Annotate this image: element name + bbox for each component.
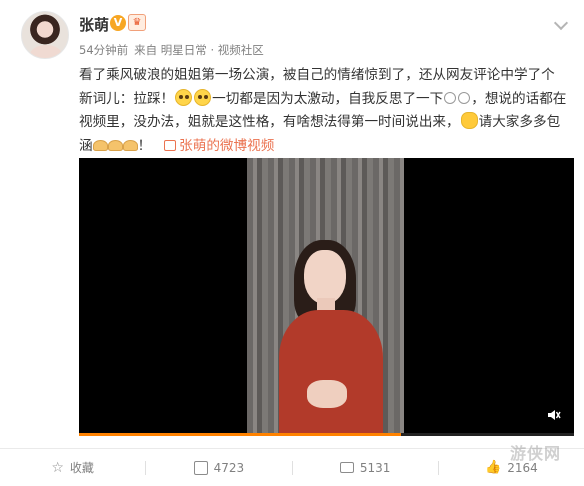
dumpling-emoji-icon <box>107 139 123 151</box>
action-bar: ☆ 收藏 4723 5131 👍 2164 <box>0 449 584 486</box>
comment-count: 5131 <box>359 460 391 475</box>
crown-icon: ♛ <box>128 14 146 31</box>
video-icon <box>164 139 177 151</box>
star-icon: ☆ <box>51 459 64 476</box>
video-link[interactable]: 张萌的微博视频 <box>164 138 274 154</box>
share-icon <box>193 460 208 475</box>
dumpling-emoji-icon <box>92 139 108 151</box>
post-source[interactable]: 来自 明星日常 · 视频社区 <box>134 43 264 57</box>
weibo-post: 张萌 V ♛ 54分钟前 来自 明星日常 · 视频社区 看了乘风破浪的姐姐第一场公… <box>0 0 584 486</box>
username[interactable]: 张萌 <box>79 14 109 35</box>
pray-emoji-icon <box>460 112 478 129</box>
post-meta: 54分钟前 来自 明星日常 · 视频社区 <box>79 42 270 58</box>
post-content: 看了乘风破浪的姐姐第一场公演，被自己的情绪惊到了，还从网友评论中学了个 新词儿：… <box>79 64 575 158</box>
post-time[interactable]: 54分钟前 <box>79 43 128 57</box>
comment-button[interactable]: 5131 <box>293 449 438 486</box>
content-line-3b: 请大家多多包 <box>478 114 561 130</box>
watermark: 游侠网 <box>510 444 562 463</box>
video-player[interactable] <box>79 158 574 436</box>
thumbs-up-icon: 👍 <box>485 459 502 475</box>
mute-icon[interactable] <box>547 408 561 422</box>
favorite-label: 收藏 <box>69 461 94 475</box>
video-frame <box>247 158 404 436</box>
content-line-3a: 视频里，没办法，姐就是这性格，有啥想法得第一时间说出来， <box>79 114 460 130</box>
video-link-label: 张萌的微博视频 <box>179 137 275 154</box>
content-line-4a: 涵 <box>79 137 93 154</box>
share-count: 4723 <box>213 460 245 475</box>
red-shirt <box>279 310 383 436</box>
glasses-emoji-icon <box>444 91 457 104</box>
video-progress-bar[interactable] <box>79 433 574 436</box>
avatar[interactable] <box>21 11 69 59</box>
flushed-emoji-icon <box>175 88 193 106</box>
dumpling-emoji-icon <box>122 139 138 151</box>
content-line-2c: ，想说的话都在 <box>471 90 567 107</box>
glasses-emoji-icon <box>458 91 471 104</box>
verified-badge-icon: V <box>110 15 126 31</box>
favorite-button[interactable]: ☆ 收藏 <box>0 449 145 486</box>
flushed-emoji-icon <box>194 88 212 106</box>
content-line-4b: ！ <box>137 137 152 154</box>
content-line-2a: 新词儿：拉踩！ <box>79 90 175 107</box>
video-progress-fill <box>79 433 401 436</box>
chevron-down-icon[interactable] <box>553 15 569 31</box>
content-line-1: 看了乘风破浪的姐姐第一场公演，被自己的情绪惊到了，还从网友评论中学了个 <box>79 67 555 83</box>
content-line-2b: 一切都是因为太激动，自我反思了一下 <box>212 90 444 107</box>
share-button[interactable]: 4723 <box>146 449 291 486</box>
comment-icon <box>339 462 354 473</box>
person-face <box>304 250 346 304</box>
